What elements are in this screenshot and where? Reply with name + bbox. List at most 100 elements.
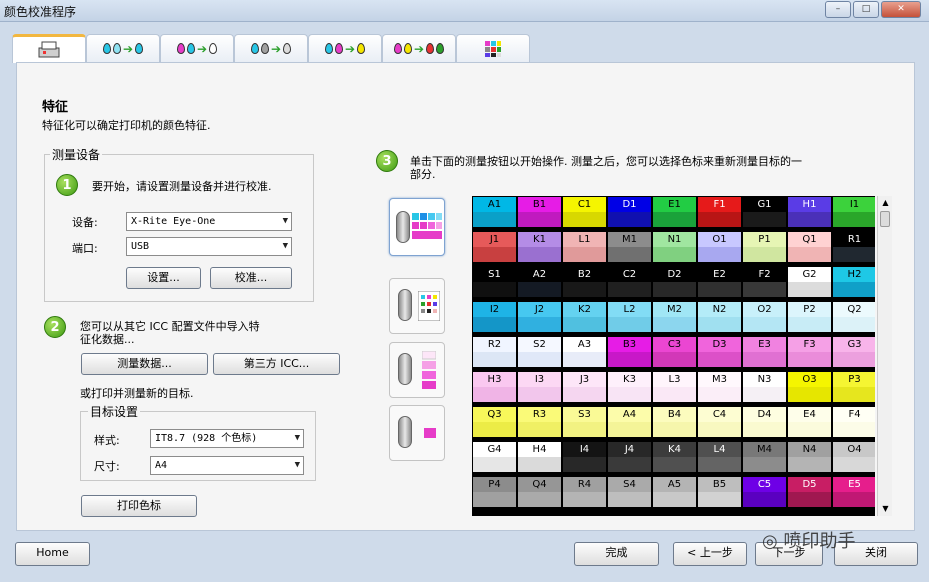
color-patch[interactable]: S4	[608, 477, 651, 509]
color-patch[interactable]: B5	[698, 477, 741, 509]
color-patch[interactable]: N3	[743, 372, 786, 404]
color-patch[interactable]: H4	[518, 442, 561, 474]
color-patch[interactable]: P1	[743, 232, 786, 264]
color-patch[interactable]: A4	[608, 407, 651, 439]
color-patch[interactable]: Q2	[833, 302, 875, 334]
color-patch[interactable]: S2	[518, 337, 561, 369]
color-patch[interactable]: G3	[833, 337, 875, 369]
color-patch[interactable]: H2	[833, 267, 875, 299]
color-patch[interactable]: G4	[473, 442, 516, 474]
tab-yellow[interactable]: ➔	[308, 34, 382, 62]
color-patch[interactable]: F2	[743, 267, 786, 299]
done-button[interactable]: 完成	[574, 542, 659, 566]
color-patch[interactable]: K4	[653, 442, 696, 474]
color-patch[interactable]: I1	[833, 197, 875, 229]
color-patch[interactable]: B1	[518, 197, 561, 229]
color-patch[interactable]: R3	[518, 407, 561, 439]
color-patch[interactable]: S1	[473, 267, 516, 299]
color-patch[interactable]: L1	[563, 232, 606, 264]
color-patch[interactable]: D4	[743, 407, 786, 439]
color-patch[interactable]: I2	[473, 302, 516, 334]
color-patch[interactable]: E3	[743, 337, 786, 369]
color-patch[interactable]: J1	[473, 232, 516, 264]
measure-single-button[interactable]	[389, 405, 445, 461]
color-patch[interactable]: B3	[608, 337, 651, 369]
device-select[interactable]: X-Rite Eye-One ▼	[126, 212, 292, 231]
measure-strip-button[interactable]	[389, 198, 445, 256]
maximize-button[interactable]: □	[853, 1, 879, 18]
color-patch[interactable]: R2	[473, 337, 516, 369]
color-patch[interactable]: H3	[473, 372, 516, 404]
color-patch[interactable]: K1	[518, 232, 561, 264]
color-patch[interactable]: J3	[563, 372, 606, 404]
color-patch[interactable]: P4	[473, 477, 516, 509]
color-patch[interactable]: J2	[518, 302, 561, 334]
measure-data-button[interactable]: 测量数据...	[81, 353, 208, 375]
color-patch[interactable]: J4	[608, 442, 651, 474]
color-patch[interactable]: F4	[833, 407, 875, 439]
size-select[interactable]: A4 ▼	[150, 456, 304, 475]
prev-button[interactable]: < 上一步	[673, 542, 747, 566]
color-patch[interactable]: H1	[788, 197, 831, 229]
color-patch[interactable]: D2	[653, 267, 696, 299]
tab-rgb[interactable]: ➔	[382, 34, 456, 62]
color-patch[interactable]: M4	[743, 442, 786, 474]
color-patch[interactable]: M1	[608, 232, 651, 264]
scroll-up-icon[interactable]: ▲	[878, 196, 893, 210]
style-select[interactable]: IT8.7 (928 个色标) ▼	[150, 429, 304, 448]
color-patch[interactable]: C5	[743, 477, 786, 509]
color-patch[interactable]: K3	[608, 372, 651, 404]
color-patch[interactable]: O1	[698, 232, 741, 264]
color-patch[interactable]: M2	[653, 302, 696, 334]
color-patch[interactable]: K2	[563, 302, 606, 334]
tab-gray[interactable]: ➔	[234, 34, 308, 62]
color-patch-grid[interactable]: A1 B1 C1 D1 E1 F1 G1 H1 I1 J1 K1 L1 M1 N1 O1 P1 Q1 R1 S1 A2…	[472, 196, 875, 516]
color-patch[interactable]: A5	[653, 477, 696, 509]
color-patch[interactable]: F1	[698, 197, 741, 229]
color-patch[interactable]: E4	[788, 407, 831, 439]
color-patch[interactable]: S3	[563, 407, 606, 439]
color-patch[interactable]: A3	[563, 337, 606, 369]
color-patch[interactable]: D3	[698, 337, 741, 369]
color-patch[interactable]: R4	[563, 477, 606, 509]
color-patch[interactable]: O4	[833, 442, 875, 474]
print-target-button[interactable]: 打印色标	[81, 495, 197, 517]
color-patch[interactable]: A1	[473, 197, 516, 229]
minimize-button[interactable]: –	[825, 1, 851, 18]
color-patch[interactable]: O3	[788, 372, 831, 404]
color-patch[interactable]: D1	[608, 197, 651, 229]
color-patch[interactable]: L3	[653, 372, 696, 404]
color-patch[interactable]: G1	[743, 197, 786, 229]
color-patch[interactable]: N2	[698, 302, 741, 334]
color-patch[interactable]: M3	[698, 372, 741, 404]
calibrate-button[interactable]: 校准...	[210, 267, 292, 289]
color-patch[interactable]: F3	[788, 337, 831, 369]
color-patch[interactable]: B4	[653, 407, 696, 439]
color-patch[interactable]: R1	[833, 232, 875, 264]
scroll-thumb[interactable]	[880, 211, 890, 227]
color-patch[interactable]: I3	[518, 372, 561, 404]
tab-target[interactable]	[456, 34, 530, 62]
tab-magenta[interactable]: ➔	[160, 34, 234, 62]
color-patch[interactable]: L4	[698, 442, 741, 474]
color-patch[interactable]: Q3	[473, 407, 516, 439]
color-patch[interactable]: O2	[743, 302, 786, 334]
scroll-down-icon[interactable]: ▼	[878, 502, 893, 516]
third-party-icc-button[interactable]: 第三方 ICC...	[213, 353, 340, 375]
color-patch[interactable]: L2	[608, 302, 651, 334]
color-patch[interactable]: A2	[518, 267, 561, 299]
color-patch[interactable]: D5	[788, 477, 831, 509]
color-patch[interactable]: N1	[653, 232, 696, 264]
color-patch[interactable]: N4	[788, 442, 831, 474]
color-patch[interactable]: Q4	[518, 477, 561, 509]
patch-grid-scrollbar[interactable]: ▲ ▼	[877, 196, 892, 516]
tab-printer[interactable]	[12, 34, 86, 63]
color-patch[interactable]: P2	[788, 302, 831, 334]
color-patch[interactable]: P3	[833, 372, 875, 404]
color-patch[interactable]: B2	[563, 267, 606, 299]
measure-page-button[interactable]	[389, 278, 445, 334]
setup-button[interactable]: 设置...	[126, 267, 201, 289]
color-patch[interactable]: C4	[698, 407, 741, 439]
home-button[interactable]: Home	[15, 542, 90, 566]
port-select[interactable]: USB ▼	[126, 237, 292, 256]
